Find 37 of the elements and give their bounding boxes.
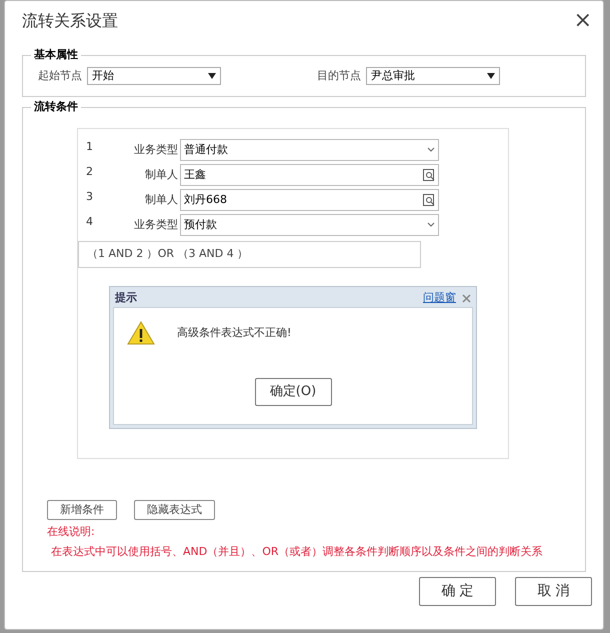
window-title: 流转关系设置 <box>22 10 118 32</box>
row-number: 4 <box>85 214 94 230</box>
help-title: 在线说明: <box>47 524 96 540</box>
dialog-button[interactable]: 确 定 <box>419 577 496 606</box>
action-button[interactable]: 隐藏表达式 <box>134 500 215 520</box>
search-icon <box>423 194 435 206</box>
field-label: 业务类型 <box>133 217 179 233</box>
lookup-field[interactable]: 王鑫 <box>180 164 439 186</box>
lookup-field[interactable]: 刘丹668 <box>180 189 439 211</box>
close-icon[interactable] <box>462 294 471 303</box>
alert-link[interactable]: 问题窗 <box>423 290 456 307</box>
chevron-down-icon <box>427 147 435 153</box>
search-icon <box>423 169 435 181</box>
field-label: 制单人 <box>144 167 179 183</box>
chevron-down-icon <box>427 222 435 228</box>
dropdown[interactable]: 尹总审批 <box>366 67 500 85</box>
field-label: 业务类型 <box>133 142 179 158</box>
row-number: 3 <box>85 189 94 205</box>
row-number: 2 <box>85 164 94 180</box>
dropdown[interactable]: 开始 <box>87 67 221 85</box>
dropdown-arrow-icon <box>487 73 495 79</box>
alert-message: 高级条件表达式不正确! <box>177 324 292 341</box>
expression-field[interactable]: （1 AND 2 ）OR （3 AND 4 ） <box>78 241 421 268</box>
dropdown[interactable]: 普通付款 <box>180 139 439 161</box>
field-label: 目的节点 <box>317 68 361 84</box>
help-text: 在表达式中可以使用括号、AND（并且）、OR（或者）调整各条件判断顺序以及条件之间的判断关系 <box>50 544 544 560</box>
row-number: 1 <box>85 139 94 155</box>
dropdown[interactable]: 预付款 <box>180 214 439 236</box>
close-button[interactable]: × <box>574 10 592 32</box>
field-label: 制单人 <box>144 192 179 208</box>
warning-icon <box>127 321 155 345</box>
action-button[interactable]: 新增条件 <box>47 500 117 520</box>
field-label: 起始节点 <box>38 68 82 84</box>
dialog-button[interactable]: 取 消 <box>515 577 592 606</box>
dropdown-arrow-icon <box>208 73 216 79</box>
alert-title: 提示 <box>115 290 137 306</box>
ok-button[interactable]: 确定(O) <box>254 378 332 406</box>
